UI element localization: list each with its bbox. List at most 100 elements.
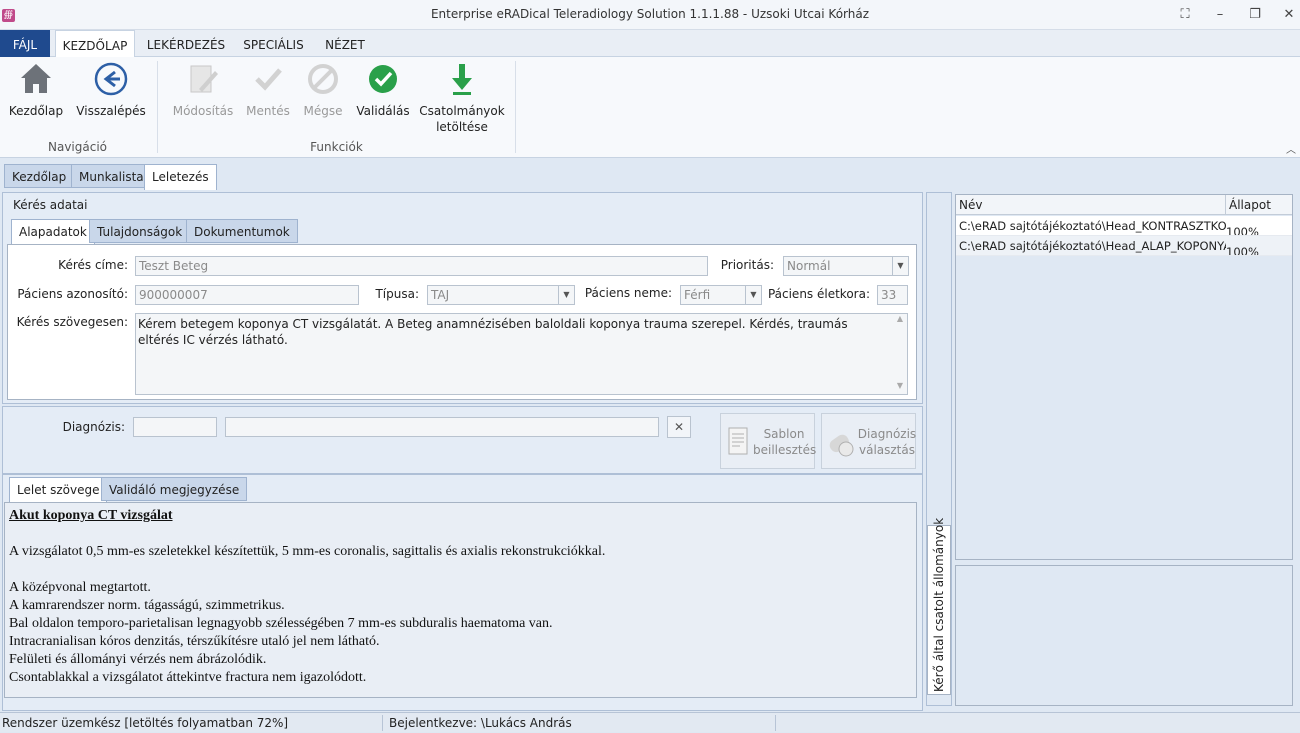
save-button-label: Mentés xyxy=(246,104,290,118)
tab-basic-data[interactable]: Alapadatok xyxy=(11,219,95,244)
choose-diagnosis-button[interactable]: Diagnózis választás xyxy=(821,413,916,469)
column-header-status[interactable]: Állapot xyxy=(1226,195,1292,215)
menu-bar: FÁJL KEZDŐLAP LEKÉRDEZÉS SPECIÁLIS NÉZET xyxy=(0,30,1300,58)
pill-icon xyxy=(829,434,854,457)
menu-tab-query[interactable]: LEKÉRDEZÉS xyxy=(143,30,229,57)
group-label-navigation: Navigáció xyxy=(47,140,107,154)
modify-button-label: Módosítás xyxy=(172,104,234,118)
report-line: A vizsgálatot 0,5 mm-es szeletekkel kész… xyxy=(9,544,606,559)
report-line: Intracranialisan kóros denzitás, térszűk… xyxy=(9,634,380,649)
request-text-label: Kérés szövegesen: xyxy=(16,315,128,329)
priority-label: Prioritás: xyxy=(720,258,774,272)
patient-sex-label: Páciens neme: xyxy=(584,286,672,300)
report-text-area[interactable]: Akut koponya CT vizsgálat A vizsgálatot … xyxy=(4,502,917,698)
doc-tab-reporting[interactable]: Leletezés xyxy=(144,164,217,190)
clear-diagnosis-icon[interactable]: ✕ xyxy=(667,416,691,438)
document-icon xyxy=(728,427,748,455)
table-row[interactable]: C:\eRAD sajtótájékoztató\Head_ALAP_KOPON… xyxy=(956,236,1292,256)
request-title-label: Kérés címe: xyxy=(58,258,128,272)
diagnosis-section: Diagnózis: ✕ Sablon beillesztés Diagnózis… xyxy=(2,406,923,474)
back-button[interactable]: Visszalépés xyxy=(74,61,148,141)
request-text-area[interactable]: Kérem betegem koponya CT vizsgálatát. A … xyxy=(135,313,908,395)
attachments-side-tab[interactable]: Kérő által csatolt állományok xyxy=(927,518,951,695)
column-header-name[interactable]: Név xyxy=(956,195,1226,215)
edit-icon xyxy=(190,65,218,93)
modify-button[interactable]: Módosítás xyxy=(168,61,238,141)
house-icon xyxy=(21,64,51,93)
save-button[interactable]: Mentés xyxy=(244,61,292,141)
validate-button[interactable]: Validálás xyxy=(354,61,412,141)
priority-select[interactable]: Normál ▼ xyxy=(783,256,909,276)
tab-validator-note[interactable]: Validáló megjegyzése xyxy=(101,477,248,501)
status-divider xyxy=(382,715,383,731)
tab-report-text[interactable]: Lelet szövege xyxy=(9,477,108,502)
restore-icon[interactable]: ❐ xyxy=(1242,5,1268,25)
logged-in-user: Bejelentkezve: \Lukács András xyxy=(389,716,572,730)
status-bar: Rendszer üzemkész [letöltés folyamatban … xyxy=(0,712,1300,732)
type-label: Típusa: xyxy=(375,287,419,301)
minimize-icon[interactable]: – xyxy=(1207,5,1233,25)
collapse-ribbon-icon[interactable]: ︿ xyxy=(1286,141,1296,156)
menu-file[interactable]: FÁJL xyxy=(0,30,50,57)
chevron-down-icon[interactable]: ▼ xyxy=(558,286,574,304)
cancel-icon xyxy=(308,64,338,94)
status-text: Rendszer üzemkész [letöltés folyamatban … xyxy=(2,716,289,730)
attachments-table: Név Állapot C:\eRAD sajtótájékoztató\Hea… xyxy=(955,194,1293,560)
back-button-label: Visszalépés xyxy=(76,104,146,118)
group-separator xyxy=(515,61,516,153)
download-icon xyxy=(452,64,472,95)
request-text-scrollbar[interactable]: ▲ ▼ xyxy=(893,314,907,394)
document-tabs: Kezdőlap Munkalista Leletezés xyxy=(0,161,1300,190)
attachment-preview xyxy=(955,565,1293,706)
request-tabs: Alapadatok Tulajdonságok Dokumentumok xyxy=(9,219,921,245)
back-arrow-icon xyxy=(94,62,128,96)
attachments-rows: C:\eRAD sajtótájékoztató\Head_KONTRASZTK… xyxy=(956,216,1292,256)
report-line: Bal oldalon temporo-parietalisan legnagy… xyxy=(9,616,553,631)
tab-properties[interactable]: Tulajdonságok xyxy=(89,219,191,243)
window-title: Enterprise eRADical Teleradiology Soluti… xyxy=(430,7,870,21)
title-bar: ∰ Enterprise eRADical Teleradiology Solu… xyxy=(0,0,1300,30)
ribbon: Kezdőlap Visszalépés Navigáció Módosítás… xyxy=(0,57,1300,158)
request-section-title: Kérés adatai xyxy=(13,198,88,212)
attachments-side-panel: Kérő által csatolt állományok xyxy=(926,192,952,706)
doc-tab-worklist[interactable]: Munkalista xyxy=(71,164,152,188)
chevron-down-icon[interactable]: ▼ xyxy=(745,286,761,304)
home-button-label: Kezdőlap xyxy=(8,104,64,118)
diagnosis-code-input[interactable] xyxy=(133,417,217,437)
patient-id-label: Páciens azonosító: xyxy=(17,287,128,301)
type-select[interactable]: TAJ ▼ xyxy=(427,285,575,305)
doc-tab-home[interactable]: Kezdőlap xyxy=(4,164,75,188)
validate-check-icon xyxy=(369,65,397,93)
tab-documents[interactable]: Dokumentumok xyxy=(186,219,298,243)
diagnosis-text-input[interactable] xyxy=(225,417,659,437)
chevron-down-icon[interactable]: ▼ xyxy=(892,257,908,275)
menu-tab-special[interactable]: SPECIÁLIS xyxy=(236,30,311,57)
diagnosis-label: Diagnózis: xyxy=(62,420,125,434)
status-divider xyxy=(775,715,776,731)
download-attachments-button[interactable]: Csatolmányok letöltése xyxy=(418,61,506,141)
patient-age-input[interactable]: 33 xyxy=(877,285,908,305)
report-line: A kamrarendszer norm. tágasságú, szimmet… xyxy=(9,598,285,613)
menu-tab-home[interactable]: KEZDŐLAP xyxy=(55,30,135,58)
cancel-button-label: Mégse xyxy=(303,104,343,118)
request-form: Kérés címe: Teszt Beteg Prioritás: Normá… xyxy=(7,244,917,400)
cancel-button[interactable]: Mégse xyxy=(298,61,348,141)
report-line: Felületi és állományi vérzés nem ábrázol… xyxy=(9,652,267,667)
table-row[interactable]: C:\eRAD sajtótájékoztató\Head_KONTRASZTK… xyxy=(956,216,1292,236)
patient-id-input[interactable]: 900000007 xyxy=(135,285,359,305)
menu-tab-view[interactable]: NÉZET xyxy=(318,30,372,57)
report-line: Csontablakkal a vizsgálatot áttekintve f… xyxy=(9,670,367,685)
close-icon[interactable]: ✕ xyxy=(1276,5,1300,25)
insert-template-button[interactable]: Sablon beillesztés xyxy=(720,413,816,469)
checkmark-icon xyxy=(255,68,282,91)
request-section: Kérés adatai Alapadatok Tulajdonságok Do… xyxy=(2,192,923,404)
fullscreen-icon[interactable]: ⛶ xyxy=(1172,5,1198,25)
request-title-input[interactable]: Teszt Beteg xyxy=(135,256,708,276)
report-heading: Akut koponya CT vizsgálat xyxy=(9,508,173,523)
patient-sex-select[interactable]: Férfi ▼ xyxy=(680,285,762,305)
home-button[interactable]: Kezdőlap xyxy=(4,61,68,141)
report-line: A középvonal megtartott. xyxy=(9,580,151,595)
group-label-functions: Funkciók xyxy=(310,140,363,154)
validate-button-label: Validálás xyxy=(356,104,410,118)
patient-age-label: Páciens életkora: xyxy=(767,287,870,301)
